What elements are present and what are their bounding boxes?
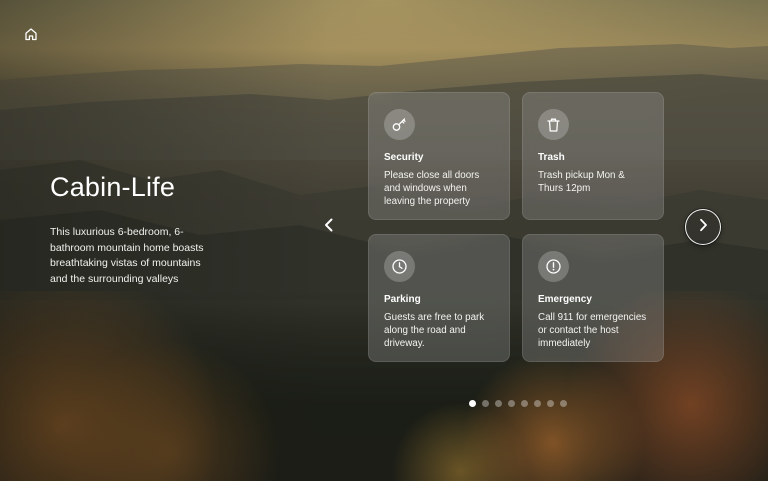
key-icon <box>384 109 415 140</box>
card-title: Emergency <box>538 294 592 305</box>
page-title: Cabin-Life <box>50 172 176 202</box>
pagination-dot[interactable] <box>534 400 541 407</box>
home-icon <box>24 27 38 46</box>
card-title: Parking <box>384 294 421 305</box>
pagination-dot[interactable] <box>469 400 476 407</box>
card-emergency[interactable]: Emergency Call 911 for emergencies or co… <box>522 234 664 362</box>
pagination-dot[interactable] <box>495 400 502 407</box>
pagination-dot[interactable] <box>547 400 554 407</box>
card-security[interactable]: Security Please close all doors and wind… <box>368 92 510 220</box>
pagination-dot[interactable] <box>508 400 515 407</box>
card-parking[interactable]: Parking Guests are free to park along th… <box>368 234 510 362</box>
pagination-dot[interactable] <box>521 400 528 407</box>
pagination-dot[interactable] <box>560 400 567 407</box>
clock-icon <box>384 251 415 282</box>
card-title: Trash <box>538 152 565 163</box>
carousel-prev-button[interactable] <box>320 218 338 236</box>
card-text: Trash pickup Mon & Thurs 12pm <box>538 170 625 194</box>
trash-icon <box>538 109 569 140</box>
chevron-left-icon <box>323 218 335 237</box>
card-text: Guests are free to park along the road a… <box>384 312 485 349</box>
hero-description: This luxurious 6-bedroom, 6-bathroom mou… <box>50 226 204 285</box>
pagination-dot[interactable] <box>482 400 489 407</box>
alert-icon <box>538 251 569 282</box>
carousel-next-button[interactable] <box>685 209 721 245</box>
card-text: Call 911 for emergencies or contact the … <box>538 312 647 349</box>
carousel-pagination <box>469 400 567 407</box>
home-button[interactable] <box>20 25 42 47</box>
hero-section: Cabin-Life This luxurious 6-bedroom, 6-b… <box>50 172 220 287</box>
chevron-right-icon <box>697 218 709 237</box>
card-text: Please close all doors and windows when … <box>384 170 480 207</box>
card-title: Security <box>384 152 424 163</box>
card-trash[interactable]: Trash Trash pickup Mon & Thurs 12pm <box>522 92 664 220</box>
